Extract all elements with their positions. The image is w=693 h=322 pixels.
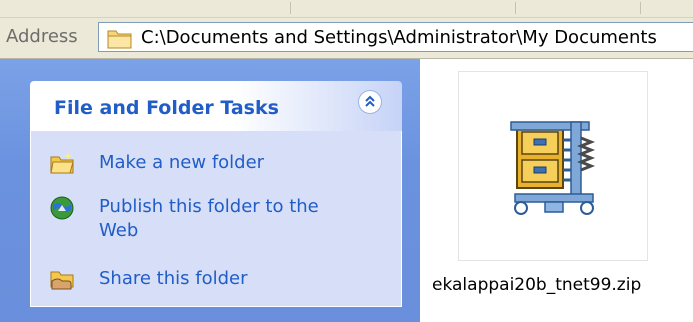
folder-icon	[107, 27, 133, 53]
folder-content-area: ekalappai20b_tnet99.zip	[420, 59, 693, 322]
task-panel-body: Make a new folder Publish this folder to…	[30, 131, 402, 307]
address-path: C:\Documents and Settings\Administrator\…	[141, 27, 657, 48]
chevron-up-icon	[365, 95, 375, 107]
task-pane: File and Folder Tasks Make a new folder	[0, 59, 420, 322]
toolbar-separator	[515, 2, 516, 14]
task-panel-title: File and Folder Tasks	[54, 97, 279, 119]
publish-web-icon	[49, 195, 75, 221]
task-item-label: Share this folder	[99, 268, 248, 289]
toolbar-separator	[640, 2, 641, 14]
toolbar-separator	[290, 2, 291, 14]
share-folder-icon	[49, 267, 75, 293]
file-item[interactable]	[458, 71, 648, 261]
file-name[interactable]: ekalappai20b_tnet99.zip	[432, 275, 641, 295]
zip-archive-icon	[510, 121, 596, 215]
task-item-label: Make a new folder	[99, 152, 265, 173]
new-folder-icon	[49, 151, 75, 177]
address-label: Address	[6, 26, 78, 47]
toolbar-strip	[0, 0, 693, 18]
task-panel-header[interactable]: File and Folder Tasks	[30, 81, 402, 131]
collapse-button[interactable]	[358, 90, 382, 114]
address-bar: Address C:\Documents and Settings\Admini…	[0, 18, 693, 59]
file-folder-tasks-panel: File and Folder Tasks Make a new folder	[30, 81, 402, 307]
task-item-label: Publish this folder to the Web	[99, 196, 319, 241]
address-field[interactable]: C:\Documents and Settings\Administrator\…	[98, 22, 693, 52]
